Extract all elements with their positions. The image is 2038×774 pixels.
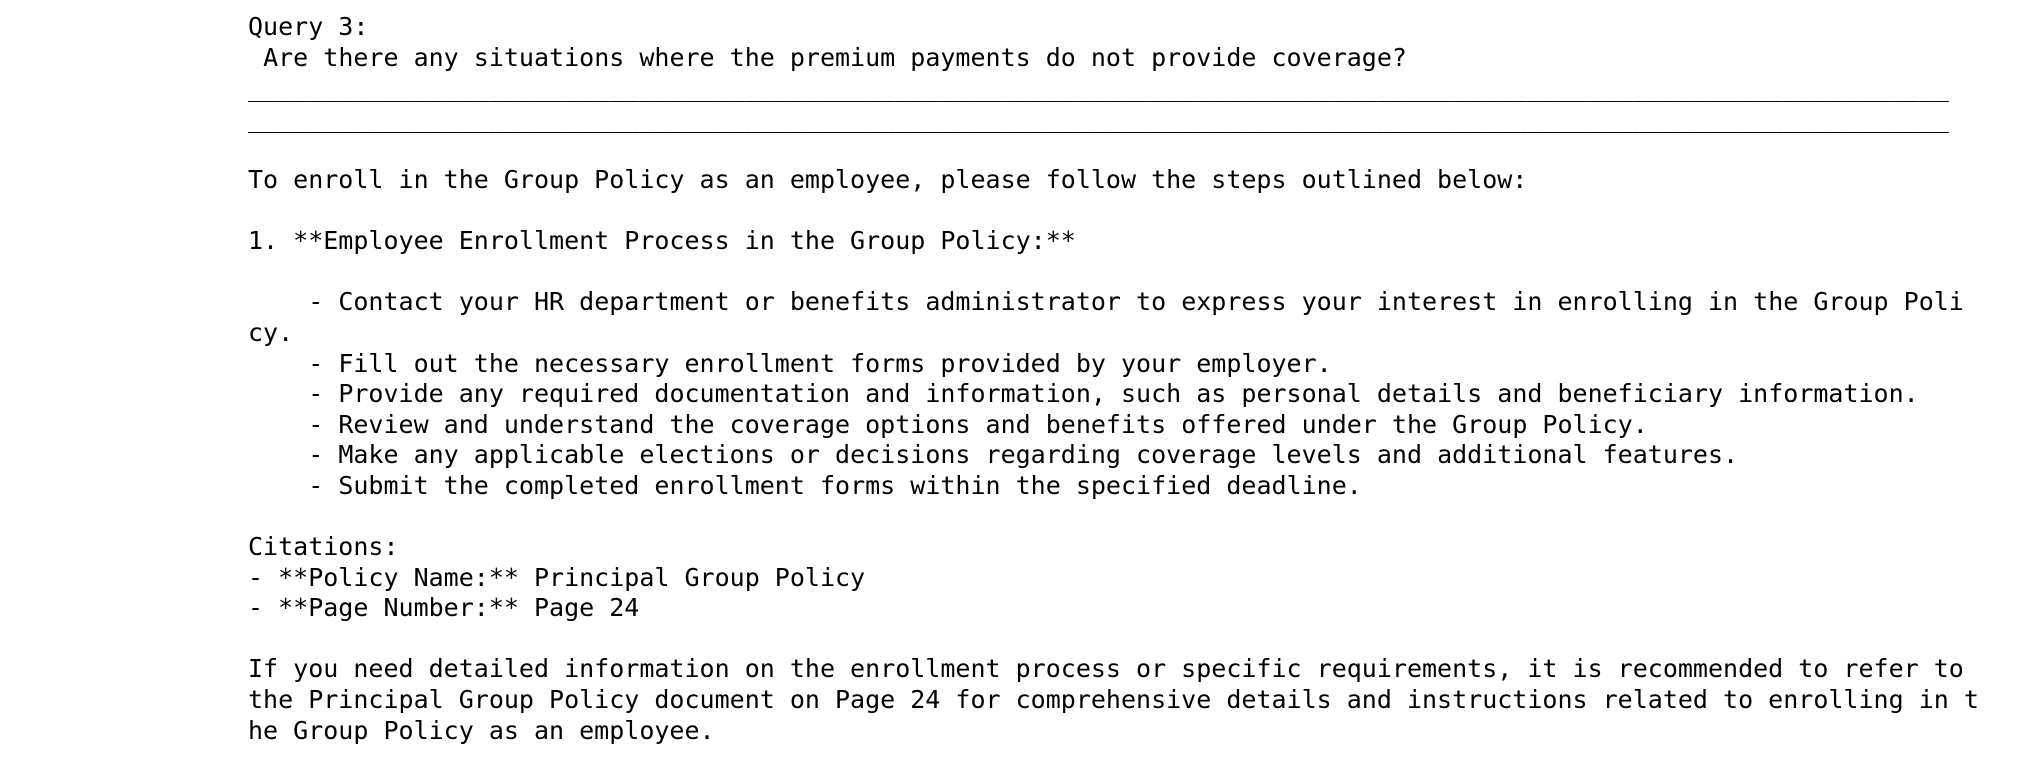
closing-text: If you need detailed information on the … (248, 654, 1979, 745)
query-text: Are there any situations where the premi… (248, 42, 1407, 72)
divider-line: ________________________________________… (248, 73, 1949, 103)
query-response-document: Query 3: Are there any situations where … (248, 12, 1979, 746)
section-heading: 1. **Employee Enrollment Process in the … (248, 226, 1076, 256)
query-label: Query 3: (248, 12, 369, 41)
step-item: - Submit the completed enrollment forms … (248, 470, 1362, 500)
citations-label: Citations: (248, 532, 399, 562)
step-item: - Review and understand the coverage opt… (248, 409, 1648, 439)
step-item: - Contact your HR department or benefits… (248, 287, 1964, 347)
step-item: - Provide any required documentation and… (248, 379, 1919, 409)
step-item: - Make any applicable elections or decis… (248, 440, 1739, 470)
divider-line: ________________________________________… (248, 103, 1949, 133)
citation-item: - **Policy Name:** Principal Group Polic… (248, 562, 866, 592)
citation-item: - **Page Number:** Page 24 (248, 593, 640, 623)
intro-text: To enroll in the Group Policy as an empl… (248, 164, 1528, 194)
step-item: - Fill out the necessary enrollment form… (248, 348, 1332, 378)
